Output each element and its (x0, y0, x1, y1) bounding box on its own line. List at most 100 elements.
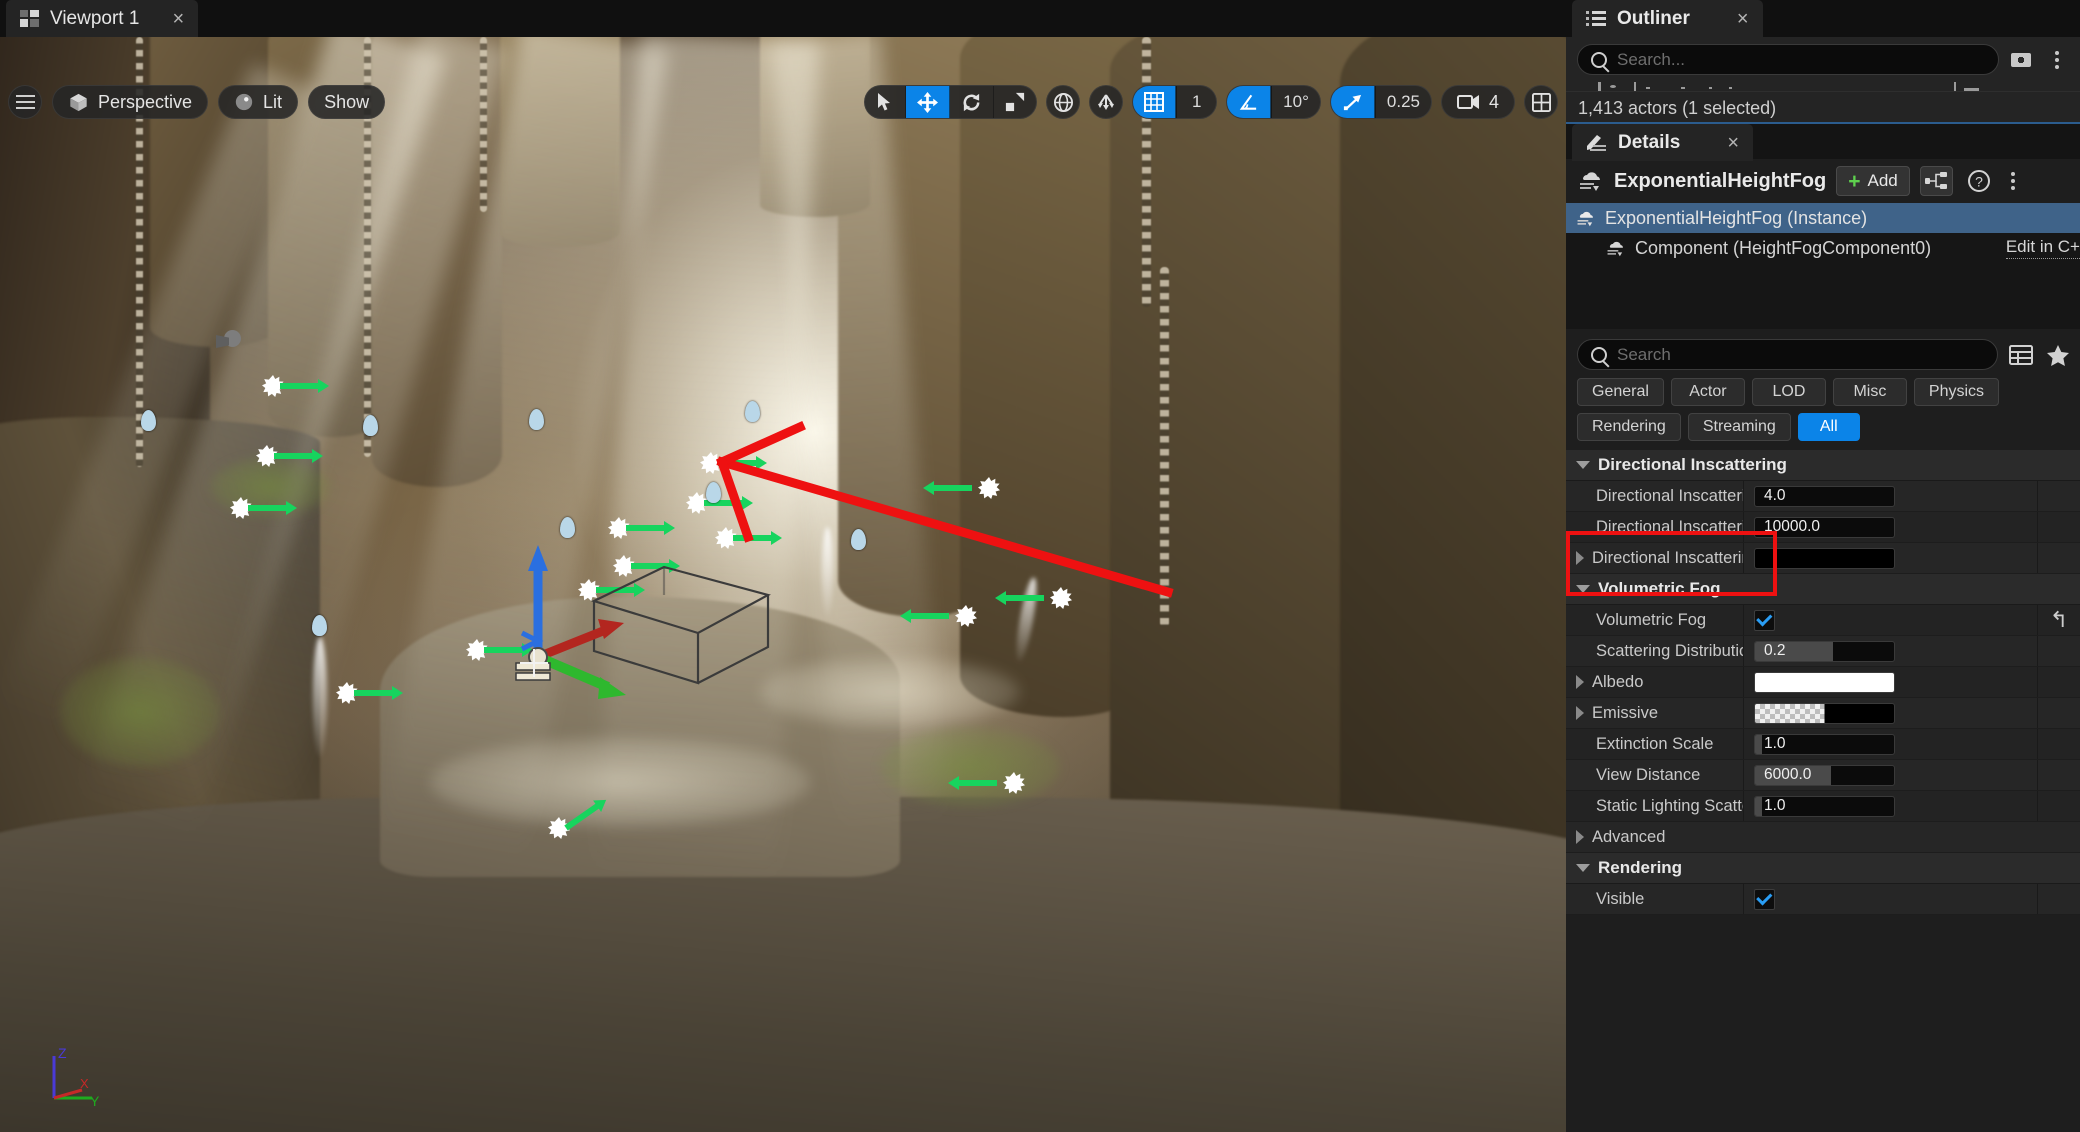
visible-checkbox[interactable] (1754, 888, 1775, 910)
category-label: Volumetric Fog (1598, 579, 1721, 598)
actor-sprite-light[interactable] (686, 492, 753, 514)
category-rendering[interactable]: Rendering (1566, 853, 2080, 884)
scale-snap-toggle[interactable] (1330, 86, 1375, 118)
filter-chip-general[interactable]: General (1577, 378, 1664, 406)
actor-sprite-light[interactable] (995, 587, 1072, 609)
number-slider-input[interactable]: 1.0 (1754, 795, 1895, 817)
add-folder-button[interactable] (2007, 47, 2035, 73)
close-icon[interactable]: × (172, 9, 184, 29)
tab-details[interactable]: Details × (1572, 124, 1753, 161)
globe-icon (1053, 92, 1073, 112)
column-layout-button[interactable] (2007, 342, 2035, 368)
actor-sprite-light[interactable] (262, 375, 329, 397)
actor-sprite-pointlight[interactable] (745, 401, 760, 422)
number-slider-input[interactable]: 6000.0 (1754, 764, 1895, 786)
filter-chip-physics[interactable]: Physics (1913, 378, 2000, 406)
actor-sprite-light[interactable] (256, 445, 323, 467)
details-search-input[interactable]: Search (1577, 339, 1998, 370)
actor-sprite-light[interactable] (923, 477, 1000, 499)
help-button[interactable]: ? (1963, 166, 1996, 196)
actor-sprite-pointlight[interactable] (312, 615, 327, 636)
volumetric-fog-checkbox[interactable] (1754, 609, 1775, 631)
scale-snap-value[interactable]: 0.25 (1374, 86, 1431, 118)
actor-sprite-pointlight[interactable] (851, 529, 866, 550)
outliner-settings-button[interactable] (2043, 47, 2071, 73)
filter-chip-misc[interactable]: Misc (1832, 378, 1907, 406)
number-slider-input[interactable]: 1.0 (1754, 733, 1895, 755)
show-flags-button[interactable]: Show (308, 85, 386, 119)
advanced-expander[interactable]: Advanced (1566, 822, 2080, 852)
property-row-advanced[interactable]: Advanced (1566, 822, 2080, 853)
close-icon[interactable]: × (1737, 9, 1749, 29)
chevron-right-icon (1576, 551, 1584, 565)
property-label-expandable[interactable]: Emissive (1566, 698, 1744, 728)
add-component-button[interactable]: + Add (1836, 166, 1910, 196)
filter-chip-streaming[interactable]: Streaming (1687, 413, 1791, 441)
actor-sprite-light[interactable] (700, 452, 767, 474)
viewport-layout-button[interactable] (1524, 85, 1558, 119)
number-input[interactable]: 10000.0 (1754, 516, 1895, 538)
property-label-expandable[interactable]: Directional Inscatterin... (1566, 543, 1744, 573)
actor-sprite-pointlight[interactable] (560, 517, 575, 538)
tab-viewport-1[interactable]: Viewport 1 × (6, 0, 199, 37)
color-swatch[interactable] (1754, 547, 1895, 569)
angle-snap-value[interactable]: 10° (1271, 86, 1320, 118)
actor-sprite-light[interactable] (336, 682, 403, 704)
translate-tool-button[interactable] (906, 86, 951, 118)
surface-snap-toggle-button[interactable] (1089, 85, 1124, 119)
color-swatch[interactable] (1754, 702, 1895, 724)
world-space-toggle-button[interactable] (1046, 85, 1081, 119)
component-row-root[interactable]: ExponentialHeightFog (Instance) (1566, 203, 2080, 233)
light-star-icon (978, 477, 1000, 499)
filter-chip-actor[interactable]: Actor (1670, 378, 1745, 406)
actor-sprite-light[interactable] (948, 772, 1025, 794)
view-mode-button[interactable]: Lit (218, 85, 299, 119)
actor-sprite-light[interactable] (608, 517, 675, 539)
filter-chip-lod[interactable]: LOD (1751, 378, 1826, 406)
direction-arrow-icon (274, 449, 323, 463)
tab-outliner[interactable]: Outliner × (1572, 0, 1763, 37)
close-icon[interactable]: × (1727, 133, 1739, 153)
color-swatch[interactable] (1754, 671, 1895, 693)
camera-speed-value: 4 (1488, 91, 1499, 112)
actor-sprite-light[interactable] (715, 527, 782, 549)
outliner-search-input[interactable]: Search... (1577, 44, 1999, 75)
favorites-button[interactable] (2044, 342, 2072, 368)
select-tool-button[interactable] (865, 86, 907, 118)
direction-arrow-icon (900, 609, 949, 623)
plus-icon: + (1848, 169, 1861, 193)
outliner-clipped-row (1566, 80, 2080, 92)
actor-sprite-pointlight[interactable] (529, 409, 544, 430)
camera-speed-button[interactable]: 4 (1440, 85, 1515, 119)
reset-to-default-button[interactable]: ↰ (2038, 607, 2080, 633)
category-directional-inscattering[interactable]: Directional Inscattering (1566, 450, 2080, 481)
number-input[interactable]: 4.0 (1754, 485, 1895, 507)
edit-in-cpp-link[interactable]: Edit in C+ (2005, 237, 2080, 259)
filter-chip-rendering[interactable]: Rendering (1577, 413, 1681, 441)
details-settings-button[interactable] (2006, 166, 2020, 196)
component-row-heightfog[interactable]: Component (HeightFogComponent0) Edit in … (1566, 233, 2080, 263)
viewport-3d-scene[interactable]: Z Y X Perspective Lit Show 1 10° 0.25 4 (0, 37, 1566, 1132)
number-value: 0.2 (1764, 642, 1786, 659)
angle-snap-toggle[interactable] (1227, 86, 1272, 118)
actor-sprite-light[interactable] (230, 497, 297, 519)
scale-tool-button[interactable] (994, 86, 1036, 118)
actor-sprite-light[interactable] (548, 802, 601, 839)
actor-sprite-pointlight[interactable] (706, 482, 721, 503)
blueprint-button[interactable] (1919, 166, 1953, 196)
actor-sprite-spotlight[interactable] (216, 330, 242, 352)
rotate-tool-button[interactable] (950, 86, 995, 118)
viewport-menu-button[interactable] (8, 85, 42, 119)
actor-sprite-pointlight[interactable] (363, 415, 378, 436)
number-slider-input[interactable]: 0.2 (1754, 640, 1895, 662)
camera-mode-button[interactable]: Perspective (52, 85, 209, 119)
category-volumetric-fog[interactable]: Volumetric Fog (1566, 574, 2080, 605)
property-label: Visible (1566, 884, 1744, 914)
filter-chip-all[interactable]: All (1797, 413, 1860, 441)
grid-snap-value[interactable]: 1 (1176, 86, 1216, 118)
property-label-expandable[interactable]: Albedo (1566, 667, 1744, 697)
actor-sprite-pointlight[interactable] (141, 410, 156, 431)
chevron-right-icon (1576, 830, 1584, 844)
grid-snap-toggle[interactable] (1133, 86, 1177, 118)
actor-sprite-light[interactable] (900, 605, 977, 627)
